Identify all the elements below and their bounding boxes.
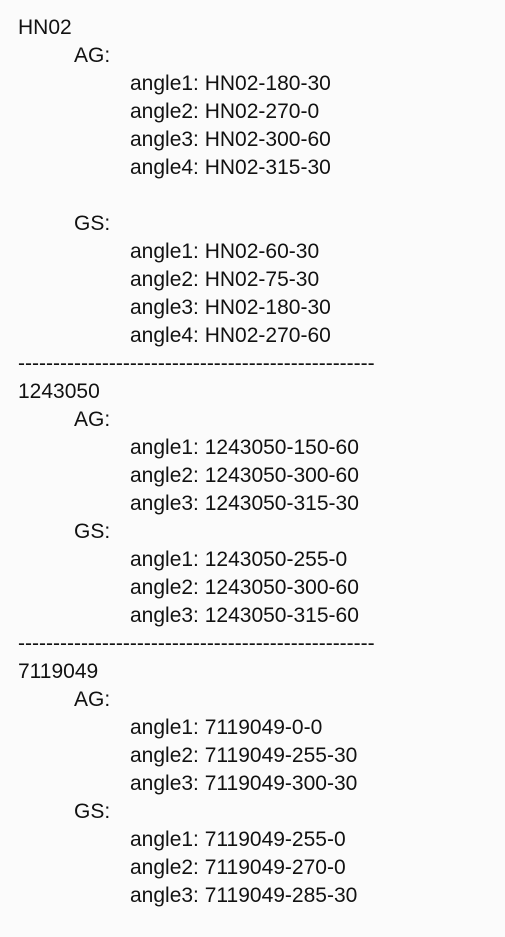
angle-entry: angle2: 7119049-255-30: [130, 744, 358, 767]
group-label: AG:: [74, 688, 111, 711]
angle-entry: angle2: HN02-270-0: [130, 100, 320, 123]
section-separator: ----------------------------------------…: [18, 632, 375, 655]
section-title: HN02: [18, 16, 72, 39]
angle-entry: angle2: 1243050-300-60: [130, 576, 359, 599]
group-label: AG:: [74, 408, 111, 431]
section-title: 1243050: [18, 380, 100, 403]
angle-entry: angle1: 7119049-0-0: [130, 716, 323, 739]
group-label: GS:: [74, 520, 111, 543]
angle-entry: angle1: 1243050-255-0: [130, 548, 348, 571]
section-title: 7119049: [18, 660, 99, 683]
angle-entry: angle3: HN02-180-30: [130, 296, 331, 319]
angle-entry: angle1: 7119049-255-0: [130, 828, 346, 851]
angle-entry: angle2: HN02-75-30: [130, 268, 320, 291]
angle-entry: angle4: HN02-315-30: [130, 156, 331, 179]
angle-entry: angle1: HN02-180-30: [130, 72, 331, 95]
angle-entry: angle3: 1243050-315-30: [130, 492, 359, 515]
section-separator: ----------------------------------------…: [18, 352, 375, 375]
group-label: GS:: [74, 212, 111, 235]
angle-entry: angle1: 1243050-150-60: [130, 436, 359, 459]
document-body: HN02 AG: angle1: HN02-180-30 angle2: HN0…: [0, 14, 505, 910]
group-label: AG:: [74, 44, 111, 67]
angle-entry: angle3: 7119049-285-30: [130, 884, 358, 907]
angle-entry: angle3: 1243050-315-60: [130, 604, 359, 627]
angle-entry: angle2: 1243050-300-60: [130, 464, 359, 487]
group-label: GS:: [74, 800, 111, 823]
angle-entry: angle3: HN02-300-60: [130, 128, 331, 151]
angle-entry: angle3: 7119049-300-30: [130, 772, 358, 795]
angle-entry: angle4: HN02-270-60: [130, 324, 331, 347]
angle-entry: angle1: HN02-60-30: [130, 240, 320, 263]
angle-entry: angle2: 7119049-270-0: [130, 856, 346, 879]
